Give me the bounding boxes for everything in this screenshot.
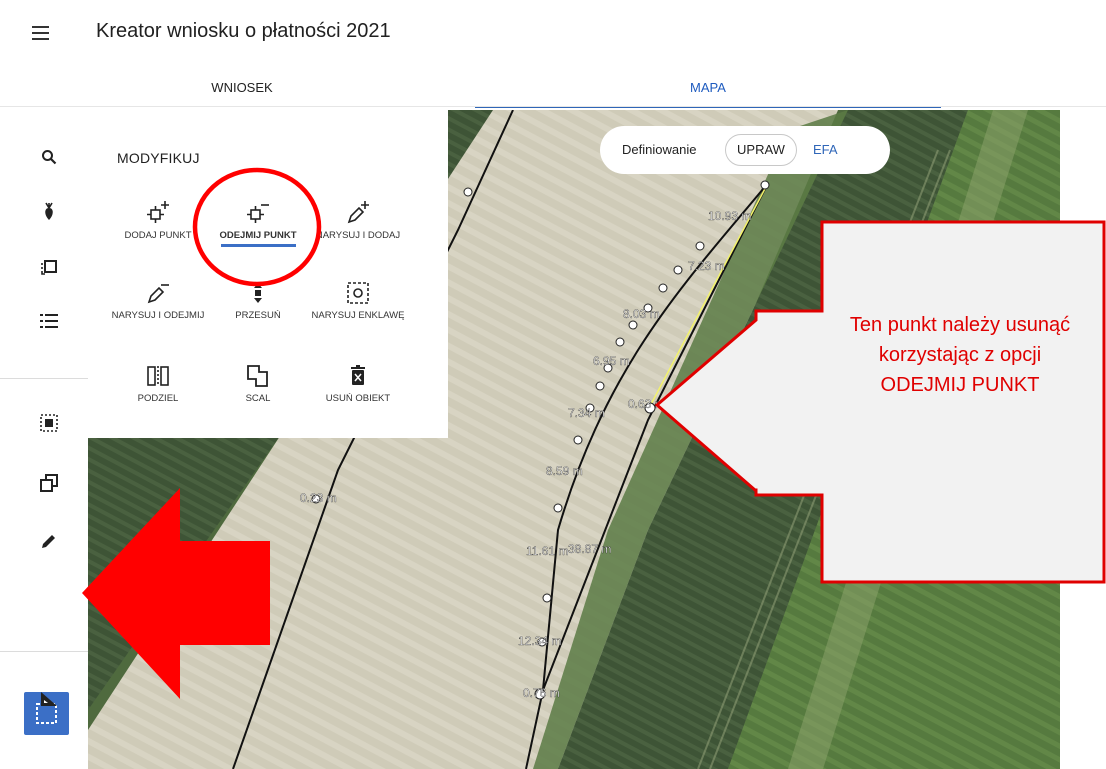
red-arrow-left: [82, 488, 270, 699]
callout-box: [654, 220, 1106, 584]
callout-text: Ten punkt należy usunąć korzystając z op…: [849, 314, 1071, 396]
highlight-circle: [192, 167, 322, 287]
